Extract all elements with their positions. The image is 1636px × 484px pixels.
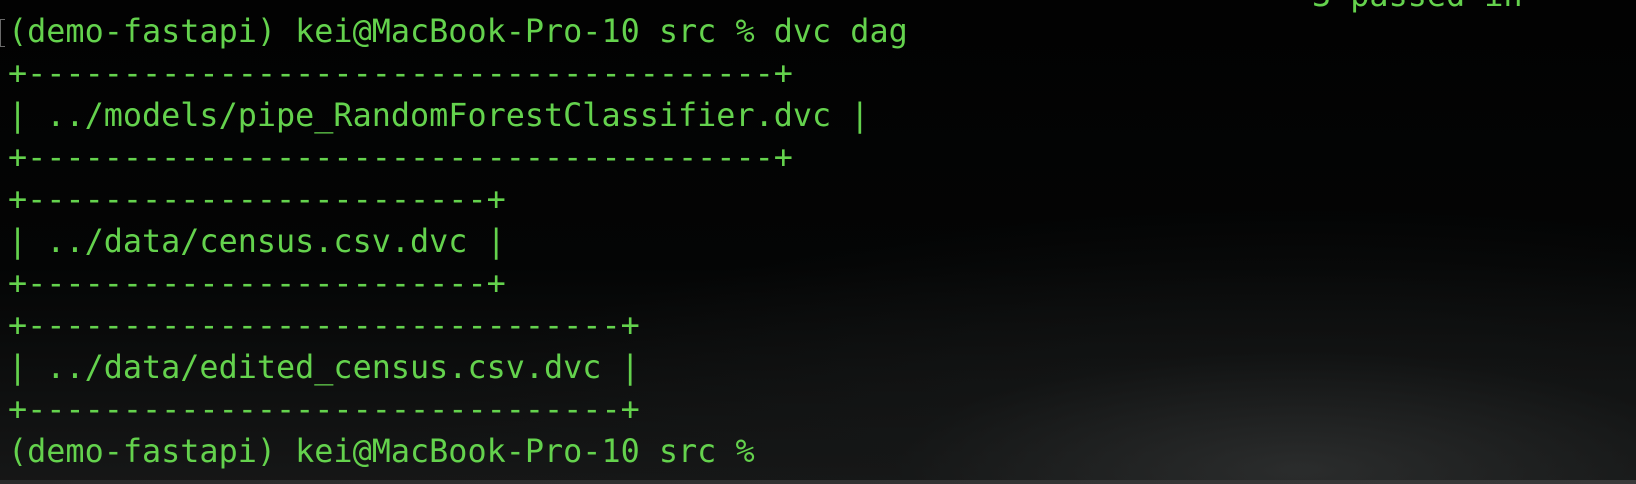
dag-box-border: +-------------------------------+ <box>8 307 640 344</box>
terminal-window[interactable]: 3 passed in (demo-fastapi) kei@MacBook-P… <box>0 0 1636 484</box>
dag-box-border: +------------------------+ <box>8 265 506 302</box>
dag-box-border: +------------------------+ <box>8 181 506 218</box>
terminal-output[interactable]: (demo-fastapi) kei@MacBook-Pro-10 src % … <box>8 11 908 473</box>
window-bottom-edge <box>0 480 1636 484</box>
dag-node-census: | ../data/census.csv.dvc | <box>8 223 506 260</box>
dag-node-edited-census: | ../data/edited_census.csv.dvc | <box>8 349 640 386</box>
current-prompt-line[interactable]: (demo-fastapi) kei@MacBook-Pro-10 src % <box>8 431 908 473</box>
command-prompt-line: (demo-fastapi) kei@MacBook-Pro-10 src % … <box>8 13 908 50</box>
prior-command-output: 3 passed in <box>1312 0 1523 17</box>
dag-box-border: +---------------------------------------… <box>8 55 793 92</box>
text-cursor-marker <box>0 19 5 47</box>
dag-node-models: | ../models/pipe_RandomForestClassifier.… <box>8 97 870 134</box>
dag-box-border: +---------------------------------------… <box>8 139 793 176</box>
dag-box-border: +-------------------------------+ <box>8 391 640 428</box>
